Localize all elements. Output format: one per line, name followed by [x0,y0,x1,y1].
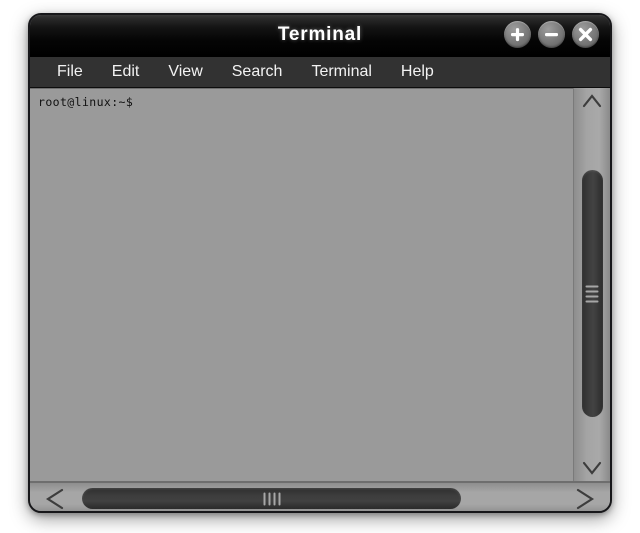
scroll-left-button[interactable] [36,486,76,512]
close-button[interactable] [572,21,599,48]
terminal-output-area[interactable]: root@linux:~$ [30,88,573,481]
close-icon [578,27,593,42]
menu-item-file[interactable]: File [44,61,96,84]
chevron-down-icon [582,461,602,475]
menu-item-help[interactable]: Help [388,61,447,84]
scroll-up-button[interactable] [577,88,607,114]
horizontal-scrollbar[interactable] [30,481,610,512]
chevron-up-icon [582,94,602,108]
scroll-right-button[interactable] [564,486,604,512]
vertical-scroll-track[interactable] [577,114,607,455]
vertical-scrollbar[interactable] [573,88,610,481]
chevron-left-icon [45,488,64,509]
chevron-right-icon [576,488,595,509]
horizontal-thumb-grip [263,492,280,505]
screen: Terminal File Edit View Search Terminal … [0,0,640,533]
menu-item-view[interactable]: View [155,61,215,84]
terminal-prompt-line: root@linux:~$ [38,95,134,109]
plus-icon [511,28,524,42]
terminal-window: Terminal File Edit View Search Terminal … [28,13,612,513]
vertical-scroll-thumb[interactable] [581,170,603,417]
maximize-button[interactable] [504,21,531,48]
menu-item-edit[interactable]: Edit [99,61,153,84]
window-controls [504,21,599,48]
menu-item-terminal[interactable]: Terminal [298,61,384,84]
minus-icon [545,33,558,37]
horizontal-scroll-thumb[interactable] [82,488,461,509]
scroll-down-button[interactable] [577,455,607,481]
horizontal-scroll-track[interactable] [76,486,564,512]
menu-bar: File Edit View Search Terminal Help [30,57,610,88]
menu-item-search[interactable]: Search [219,61,296,84]
minimize-button[interactable] [538,21,565,48]
title-bar[interactable]: Terminal [30,15,610,57]
window-body: root@linux:~$ [30,88,610,481]
vertical-thumb-grip [585,285,599,302]
